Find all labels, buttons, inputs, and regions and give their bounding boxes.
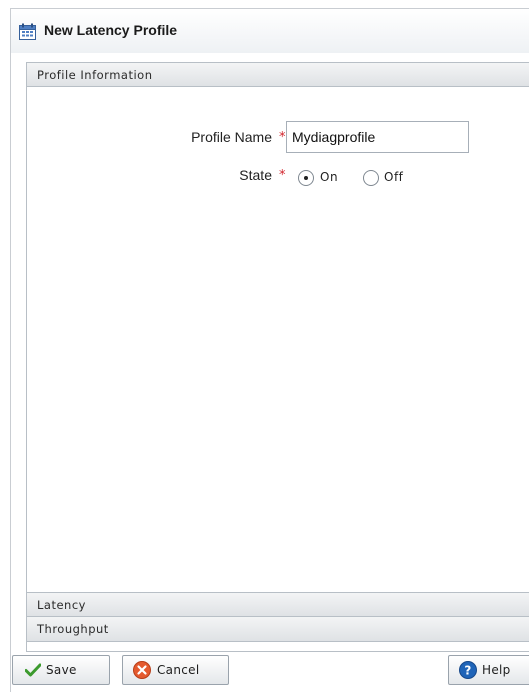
help-button[interactable]: ? Help (448, 655, 529, 685)
cancel-button-label: Cancel (157, 663, 200, 677)
accordion-header-latency[interactable]: Latency (27, 592, 529, 617)
accordion-header-profile-information[interactable]: Profile Information (27, 63, 529, 87)
radio-selected-dot (304, 176, 308, 180)
calendar-profile-icon (19, 23, 37, 40)
state-off-label[interactable]: Off (384, 170, 403, 184)
profile-information-panel: Profile Name * Mydiagprofile State * On … (27, 87, 529, 592)
state-required-mark: * (279, 168, 286, 183)
accordion-header-throughput[interactable]: Throughput (27, 617, 529, 642)
help-icon: ? (459, 661, 477, 679)
new-latency-profile-dialog: New Latency Profile Profile Information … (10, 8, 529, 692)
state-on-label[interactable]: On (320, 170, 338, 184)
cancel-button[interactable]: Cancel (122, 655, 229, 685)
profile-accordion: Profile Information Profile Name * Mydia… (26, 62, 529, 652)
help-button-label: Help (482, 663, 511, 677)
checkmark-icon (24, 663, 42, 677)
svg-text:?: ? (464, 664, 471, 678)
profile-name-label: Profile Name (191, 129, 272, 145)
save-button-label: Save (46, 663, 77, 677)
profile-name-required-mark: * (279, 130, 286, 145)
profile-name-input[interactable]: Mydiagprofile (286, 121, 469, 153)
dialog-titlebar: New Latency Profile (11, 8, 529, 53)
dialog-title: New Latency Profile (44, 22, 178, 38)
state-label: State (239, 167, 272, 183)
cancel-icon (133, 661, 151, 679)
state-on-radio[interactable] (298, 170, 314, 186)
save-button[interactable]: Save (12, 655, 110, 685)
state-off-radio[interactable] (363, 170, 379, 186)
